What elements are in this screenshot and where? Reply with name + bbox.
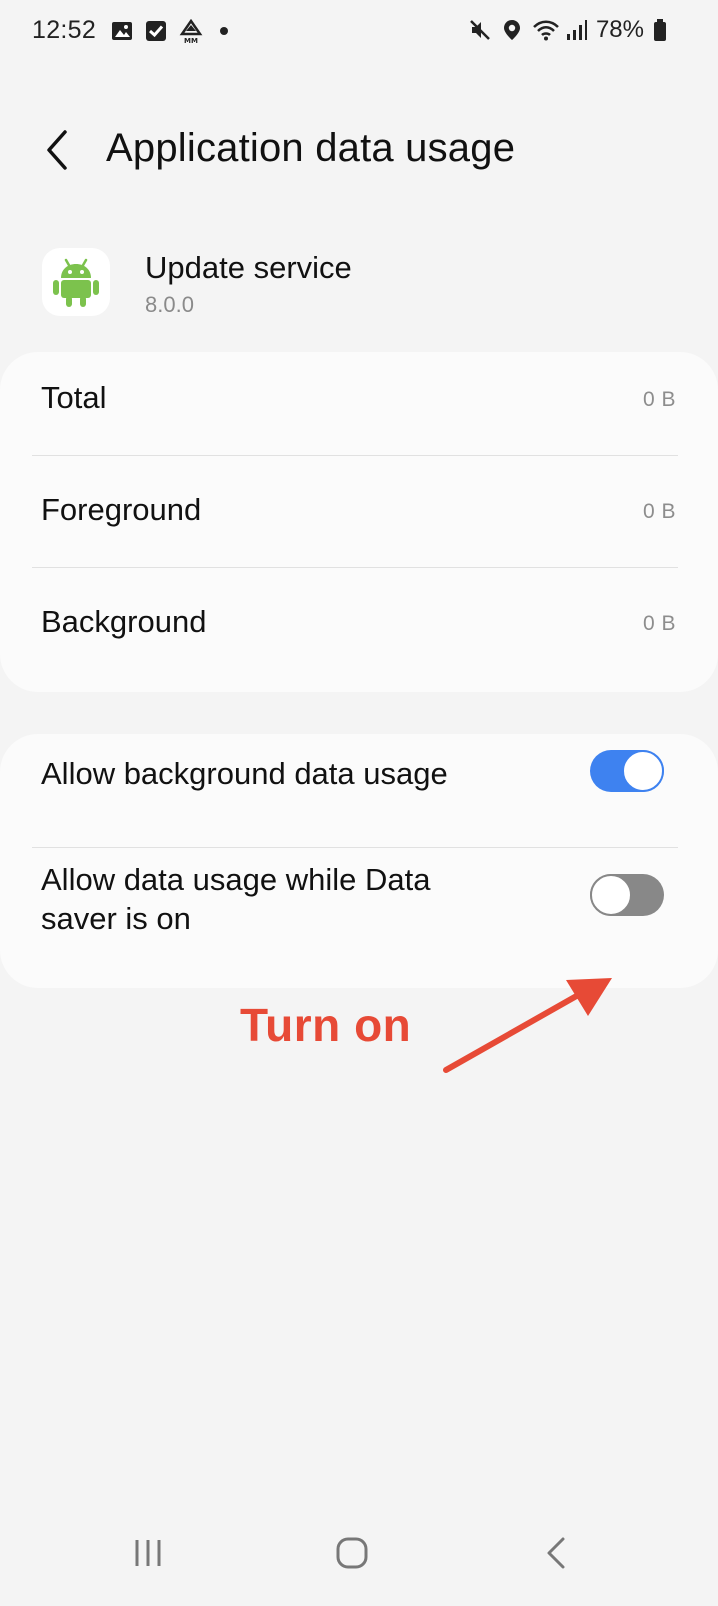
usage-value: 0 B bbox=[642, 500, 676, 523]
app-version: 8.0.0 bbox=[145, 292, 194, 317]
status-bar-right: 78% bbox=[468, 16, 676, 44]
usage-row-foreground: Foreground 0 B bbox=[0, 456, 718, 568]
back-icon bbox=[547, 1537, 565, 1569]
app-icon bbox=[42, 248, 110, 316]
toggle-knob bbox=[590, 874, 632, 916]
usage-label: Total bbox=[41, 380, 107, 415]
data-settings-card: Allow background data usage Allow data u… bbox=[0, 734, 718, 988]
allow-data-saver-row[interactable]: Allow data usage while Data saver is on bbox=[0, 848, 718, 988]
allow-background-data-row[interactable]: Allow background data usage bbox=[0, 734, 718, 846]
mute-icon bbox=[468, 18, 492, 42]
allow-background-data-label: Allow background data usage bbox=[41, 756, 448, 791]
status-bar: 12:52 MM 78% bbox=[0, 0, 718, 66]
home-icon bbox=[336, 1537, 368, 1569]
page-title: Application data usage bbox=[106, 126, 516, 170]
home-button[interactable] bbox=[322, 1528, 382, 1578]
annotation-label: Turn on bbox=[240, 999, 412, 1051]
usage-value: 0 B bbox=[642, 612, 676, 635]
app-name: Update service bbox=[145, 250, 352, 285]
status-bar-left: 12:52 MM bbox=[32, 16, 236, 45]
allow-data-saver-label-line2: saver is on bbox=[41, 901, 191, 936]
usage-label: Foreground bbox=[41, 492, 202, 527]
allow-data-saver-label-line1: Allow data usage while Data bbox=[41, 862, 431, 897]
recent-apps-icon bbox=[135, 1540, 161, 1566]
checkbox-icon bbox=[144, 19, 168, 43]
nav-back-button[interactable] bbox=[526, 1528, 586, 1578]
android-icon bbox=[53, 258, 99, 307]
signal-icon bbox=[564, 18, 588, 42]
usage-row-total: Total 0 B bbox=[0, 352, 718, 464]
usage-value: 0 B bbox=[642, 388, 676, 411]
battery-icon bbox=[652, 18, 676, 42]
app-info: Update service 8.0.0 bbox=[42, 246, 682, 320]
chevron-left-icon bbox=[47, 130, 67, 170]
location-icon bbox=[500, 18, 524, 42]
toggle-knob bbox=[622, 750, 664, 792]
data-usage-card: Total 0 B Foreground 0 B Background 0 B bbox=[0, 352, 718, 692]
allow-background-data-toggle[interactable] bbox=[590, 750, 664, 792]
usage-label: Background bbox=[41, 604, 207, 639]
status-time: 12:52 bbox=[32, 16, 97, 44]
annotation-arrow-icon bbox=[443, 978, 612, 1073]
allow-data-saver-label: Allow data usage while Data saver is on bbox=[41, 860, 430, 938]
wifi-icon bbox=[532, 18, 559, 42]
navigation-bar bbox=[0, 1518, 718, 1606]
battery-percent: 78% bbox=[595, 16, 644, 43]
allow-data-saver-toggle[interactable] bbox=[590, 874, 664, 916]
usage-row-background: Background 0 B bbox=[0, 568, 718, 680]
app-bar: Application data usage bbox=[0, 118, 718, 184]
svg-text:MM: MM bbox=[184, 37, 198, 45]
gallery-icon bbox=[110, 19, 134, 43]
recent-apps-button[interactable] bbox=[118, 1528, 178, 1578]
dot-icon bbox=[212, 19, 236, 43]
app-notification-icon: MM bbox=[178, 18, 203, 45]
back-button[interactable] bbox=[30, 124, 82, 176]
